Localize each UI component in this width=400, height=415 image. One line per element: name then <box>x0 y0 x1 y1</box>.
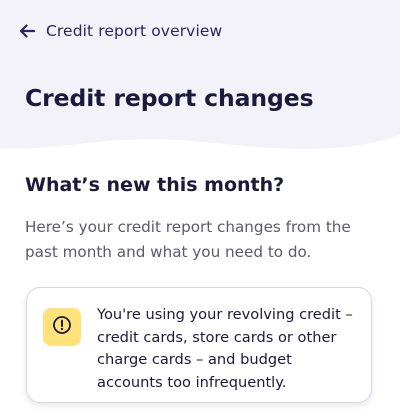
exclamation-circle-icon <box>52 315 72 339</box>
credit-report-changes-screen: Credit report overview Credit report cha… <box>0 0 400 415</box>
section-description: Here’s your credit report changes from t… <box>25 218 351 261</box>
page-header: Credit report overview Credit report cha… <box>0 0 400 160</box>
section-title: What’s new this month? <box>25 174 285 196</box>
notice-card[interactable]: You're using your revolving credit – cre… <box>26 287 372 403</box>
back-link[interactable]: Credit report overview <box>18 18 222 44</box>
notice-text: You're using your revolving credit – cre… <box>97 306 353 391</box>
back-link-label: Credit report overview <box>46 22 223 40</box>
page-title: Credit report changes <box>25 84 314 112</box>
notice-badge <box>43 308 81 346</box>
arrow-left-icon <box>18 22 36 40</box>
